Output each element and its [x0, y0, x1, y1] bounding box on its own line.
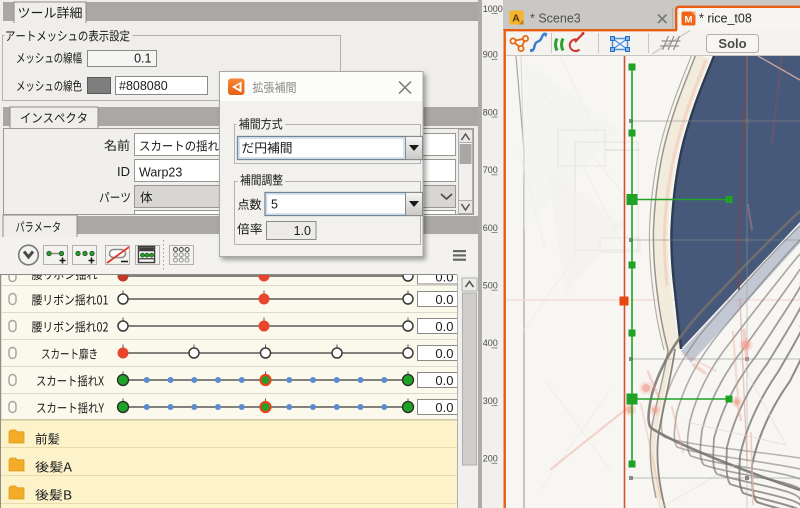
svg-text:0.0: 0.0 [435, 292, 453, 307]
svg-text:ID: ID [117, 164, 130, 179]
svg-text:* Scene3: * Scene3 [530, 12, 581, 26]
svg-text:300: 300 [483, 396, 498, 406]
svg-text:0.0: 0.0 [435, 400, 453, 415]
svg-text:A: A [512, 13, 520, 25]
svg-text:900: 900 [483, 50, 498, 60]
svg-text:1.0: 1.0 [294, 224, 311, 238]
svg-text:1000: 1000 [483, 4, 503, 14]
svg-text:400: 400 [483, 338, 498, 348]
svg-text:5: 5 [271, 198, 278, 212]
svg-text:600: 600 [483, 223, 498, 233]
svg-text:0.0: 0.0 [435, 373, 453, 388]
svg-text:700: 700 [483, 165, 498, 175]
svg-text:0.0: 0.0 [435, 319, 453, 334]
svg-text:* rice_t08: * rice_t08 [699, 12, 752, 26]
svg-text:200: 200 [483, 454, 498, 464]
svg-text:Solo: Solo [718, 36, 746, 51]
svg-text:800: 800 [483, 107, 498, 117]
svg-text:500: 500 [483, 281, 498, 291]
svg-text:0.1: 0.1 [134, 52, 151, 66]
svg-text:M: M [685, 15, 693, 26]
svg-text:#808080: #808080 [119, 79, 168, 93]
svg-text:Warp23: Warp23 [139, 166, 182, 180]
svg-text:0.0: 0.0 [435, 346, 453, 361]
